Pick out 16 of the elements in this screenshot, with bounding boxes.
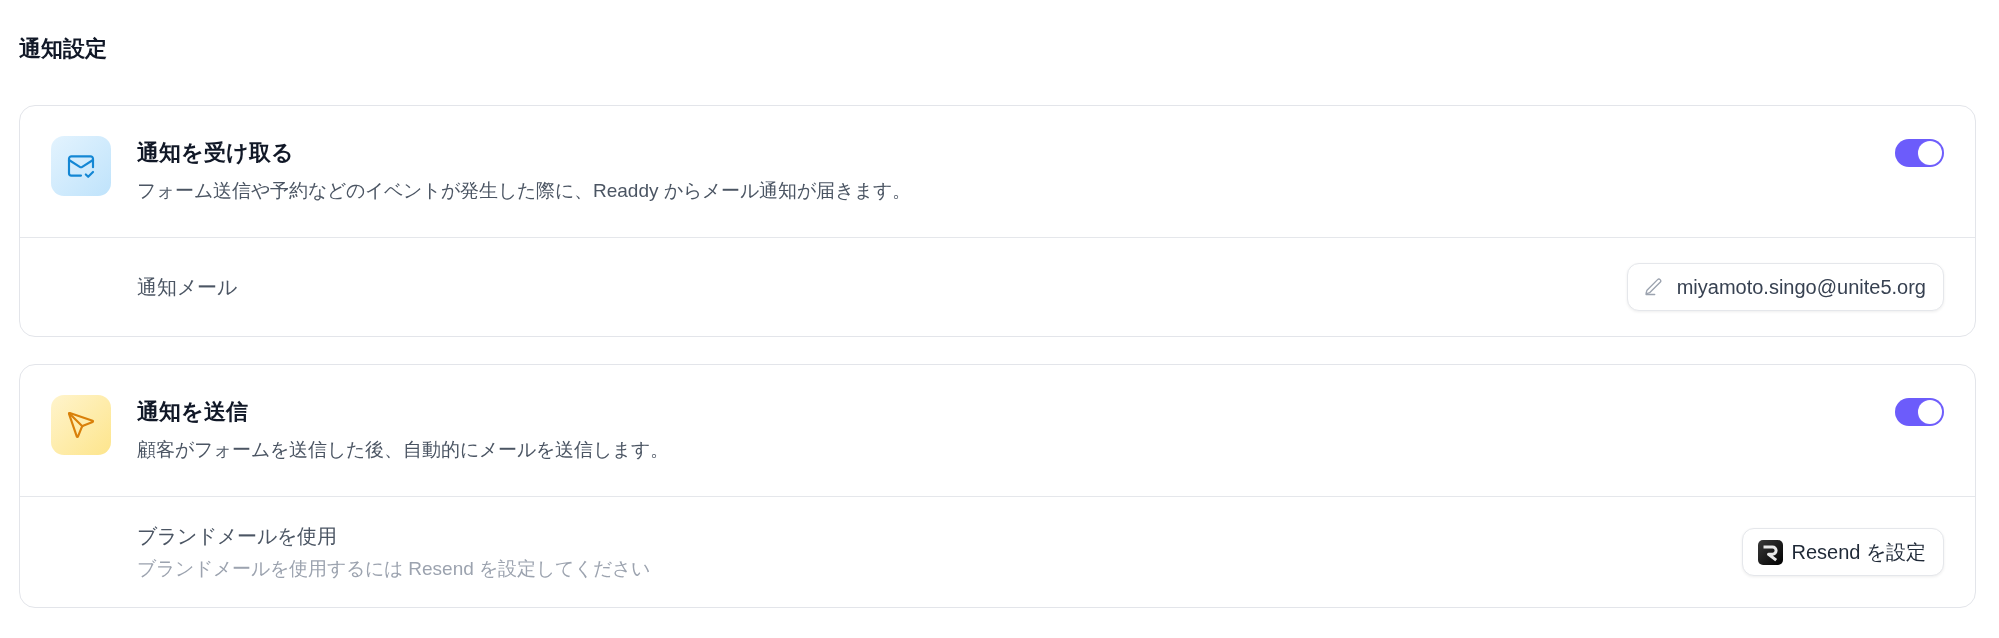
setting-hint: ブランドメールを使用するには Resend を設定してください bbox=[137, 557, 651, 581]
pencil-icon bbox=[1644, 278, 1663, 296]
logo-icon bbox=[1757, 539, 1783, 565]
setting-label: ブランドメールを使用 bbox=[137, 524, 338, 549]
section-description: フォーム送信や予約などのイベントが発生した際に、Readdy からメール通知が届きます。 bbox=[137, 179, 912, 203]
setup-button[interactable]: Resend を設定 bbox=[1741, 528, 1944, 576]
page-title: 通知設定 bbox=[19, 35, 108, 63]
paper-plane-icon bbox=[51, 395, 111, 455]
setting-label: 通知メール bbox=[137, 275, 237, 300]
envelope-check-icon bbox=[51, 136, 111, 196]
toggle-switch[interactable] bbox=[1895, 139, 1944, 167]
section-title: 通知を受け取る bbox=[137, 139, 295, 167]
section-description: 顧客がフォームを送信した後、自動的にメールを送信します。 bbox=[137, 438, 670, 462]
email-button[interactable]: miyamoto.singo@unite5.org bbox=[1626, 263, 1944, 311]
section-title: 通知を送信 bbox=[137, 398, 249, 426]
toggle-switch[interactable] bbox=[1895, 398, 1944, 426]
